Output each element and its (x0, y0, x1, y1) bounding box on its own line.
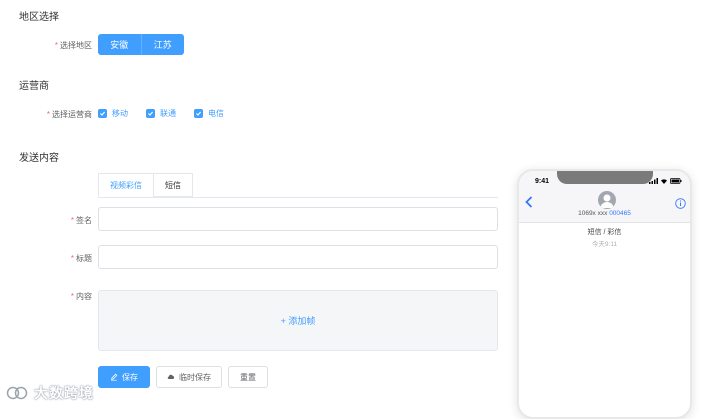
sender-prefix: 1069x xxx (578, 210, 608, 217)
temp-save-label: 临时保存 (179, 372, 211, 382)
checkbox-telecom[interactable]: 电信 (194, 108, 224, 119)
region-option-jiangsu[interactable]: 江苏 (140, 34, 184, 55)
watermark-logo-icon (6, 386, 28, 400)
save-button[interactable]: 保存 (98, 366, 150, 388)
title-label-text: 标题 (76, 254, 92, 263)
checkbox-checked-icon (98, 109, 107, 118)
reset-label: 重置 (240, 372, 256, 382)
add-frame-button[interactable]: + 添加帧 (281, 314, 316, 327)
reset-button[interactable]: 重置 (228, 366, 268, 388)
message-type: 短信 / 彩信 (587, 229, 622, 236)
content-label-text: 内容 (76, 292, 92, 301)
watermark-text: 大数跨境 (34, 385, 94, 401)
save-label: 保存 (122, 372, 138, 382)
required-mark: * (70, 254, 74, 263)
sender-suffix: 000465 (609, 210, 631, 217)
cloud-icon (167, 374, 175, 380)
phone-status-icons (649, 178, 682, 184)
checkbox-checked-icon (146, 109, 155, 118)
phone-header: 9:41 1069x xxx 000465 (519, 171, 690, 223)
checkbox-mobile[interactable]: 移动 (98, 108, 128, 119)
battery-icon (670, 178, 682, 184)
region-section-title: 地区选择 (19, 12, 59, 23)
edit-icon (111, 373, 118, 381)
phone-time: 9:41 (535, 178, 550, 185)
content-frame-area: + 添加帧 (98, 290, 498, 351)
content-section-title: 发送内容 (19, 153, 59, 164)
tab-video-mms[interactable]: 视频彩信 (98, 173, 154, 197)
signature-label-text: 签名 (76, 216, 92, 225)
region-field-label: * 选择地区 (0, 40, 92, 51)
content-tabs: 视频彩信 短信 (98, 173, 498, 198)
title-input[interactable] (98, 245, 498, 269)
required-mark: * (70, 292, 74, 301)
phone-notch (557, 171, 653, 184)
signature-field-label: * 签名 (0, 215, 92, 226)
checkbox-checked-icon (194, 109, 203, 118)
required-mark: * (46, 110, 50, 119)
region-label-text: 选择地区 (60, 41, 92, 50)
content-field-label: * 内容 (0, 291, 92, 302)
carrier-field-label: * 选择运营商 (0, 109, 92, 120)
carrier-label-text: 选择运营商 (52, 110, 92, 119)
required-mark: * (54, 41, 58, 50)
watermark: 大数跨境 (6, 383, 94, 403)
region-button-group: 安徽 江苏 (98, 34, 184, 55)
checkbox-label: 移动 (112, 109, 128, 118)
checkbox-label: 联通 (160, 109, 176, 118)
signal-icon (649, 178, 658, 184)
contact-avatar-icon (598, 191, 616, 209)
message-time: 今天9:11 (591, 241, 618, 248)
region-option-anhui[interactable]: 安徽 (98, 34, 141, 55)
tab-sms[interactable]: 短信 (153, 173, 193, 197)
signature-input[interactable] (98, 207, 498, 231)
checkbox-label: 电信 (208, 109, 224, 118)
temp-save-button[interactable]: 临时保存 (156, 366, 222, 388)
title-field-label: * 标题 (0, 253, 92, 264)
back-chevron-icon[interactable] (525, 196, 533, 211)
message-meta: 短信 / 彩信 今天9:11 (519, 223, 690, 248)
required-mark: * (70, 216, 74, 225)
phone-preview: 9:41 1069x xxx 000465 短信 / 彩信 今天9:11 (517, 169, 692, 419)
checkbox-unicom[interactable]: 联通 (146, 108, 176, 119)
sender-number: 1069x xxx 000465 (519, 210, 690, 217)
wifi-icon (661, 179, 667, 184)
carrier-section-title: 运营商 (19, 81, 49, 92)
